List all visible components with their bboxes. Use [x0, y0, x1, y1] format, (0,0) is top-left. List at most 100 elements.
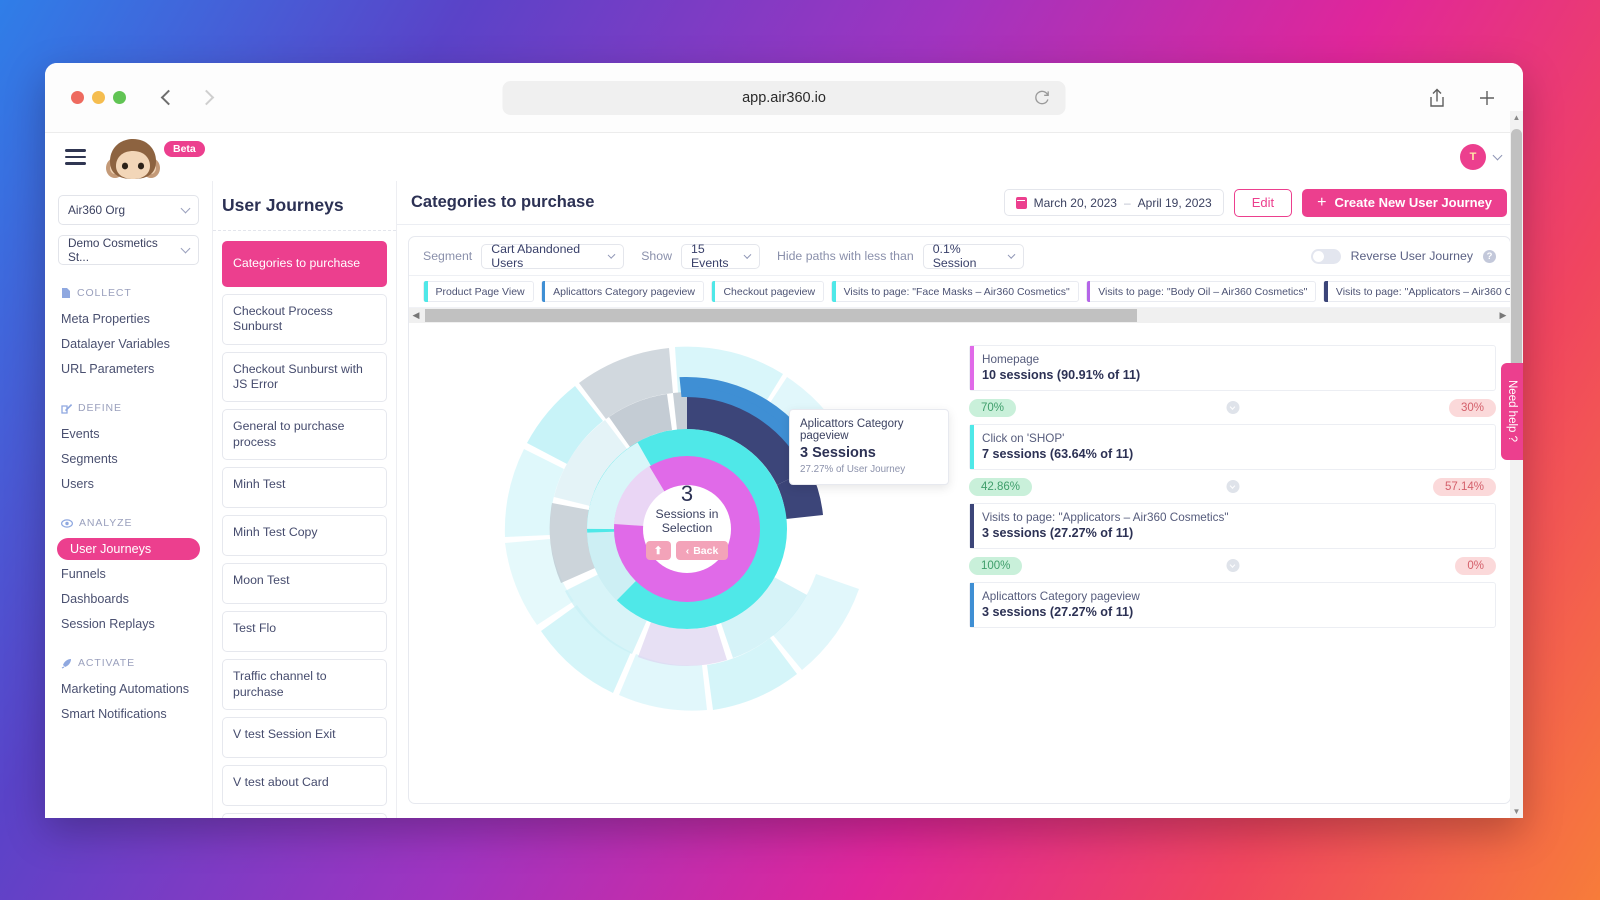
journey-step-card[interactable]: Aplicattors Category pageview3 sessions … [969, 582, 1496, 628]
legend-chip[interactable]: Checkout pageview [711, 281, 824, 302]
legend-chip-color-bar [542, 281, 546, 302]
continue-percent-badge: 42.86% [969, 478, 1032, 496]
chevron-down-icon [181, 203, 191, 213]
scroll-down-arrow[interactable]: ▼ [1510, 807, 1523, 816]
scrollbar-thumb[interactable] [425, 309, 1137, 322]
chart-area: 3 Sessions in Selection ⬆ ‹ [409, 323, 1510, 803]
legend-chip[interactable]: Visits to page: "Applicators – Air360 Co… [1323, 281, 1510, 302]
show-events-select[interactable]: 15 Events [681, 244, 760, 269]
show-value: 15 Events [691, 242, 732, 270]
sidebar-item-meta-properties[interactable]: Meta Properties [45, 308, 212, 330]
browser-nav-buttons [154, 84, 220, 112]
hide-paths-select[interactable]: 0.1% Session [923, 244, 1024, 269]
edit-button[interactable]: Edit [1234, 189, 1292, 217]
sidebar-item-session-replays[interactable]: Session Replays [45, 613, 212, 635]
list-item[interactable]: V test Session Exit [222, 717, 387, 758]
journey-step-card[interactable]: Visits to page: "Applicators – Air360 Co… [969, 503, 1496, 549]
date-end: April 19, 2023 [1138, 196, 1212, 210]
legend-chip-row: Product Page View Aplicattors Category pa… [409, 276, 1510, 308]
sidebar-item-datalayer-variables[interactable]: Datalayer Variables [45, 333, 212, 355]
scroll-right-arrow[interactable]: ▶ [1496, 310, 1510, 321]
brand-logo[interactable]: Beta [102, 133, 168, 181]
legend-chip[interactable]: Visits to page: "Face Masks – Air360 Cos… [831, 281, 1079, 302]
sunburst-up-button[interactable]: ⬆ [646, 541, 671, 560]
chevron-down-icon[interactable] [1493, 150, 1503, 160]
legend-chip-label: Visits to page: "Applicators – Air360 Co… [1336, 286, 1510, 298]
segment-select[interactable]: Cart Abandoned Users [481, 244, 624, 269]
scroll-left-arrow[interactable]: ◀ [409, 310, 423, 321]
sidebar-item-url-parameters[interactable]: URL Parameters [45, 358, 212, 380]
list-item[interactable]: Test Flo [222, 611, 387, 652]
document-icon [61, 287, 71, 299]
maximize-window-button[interactable] [113, 91, 126, 104]
step-color-bar [970, 504, 974, 548]
journey-canvas: Segment Cart Abandoned Users Show 15 Eve… [408, 236, 1511, 804]
nav-group-label: DEFINE [78, 402, 122, 414]
reverse-journey-label: Reverse User Journey [1351, 249, 1473, 263]
nav-group-title-activate: ACTIVATE [45, 657, 212, 669]
journey-list-scroll[interactable]: Categories to purchase Checkout Process … [213, 231, 396, 818]
sidebar-item-marketing-automations[interactable]: Marketing Automations [45, 678, 212, 700]
share-icon[interactable] [1427, 87, 1447, 109]
main-content: Categories to purchase March 20, 2023 – … [397, 181, 1523, 818]
list-item[interactable]: Vien Test Click Except Cart [222, 813, 387, 818]
sidebar-item-funnels[interactable]: Funnels [45, 563, 212, 585]
sunburst-chart[interactable]: 3 Sessions in Selection ⬆ ‹ [409, 331, 969, 803]
list-item[interactable]: General to purchase process [222, 409, 387, 460]
arrow-down-icon [1226, 401, 1239, 414]
journey-transition-row: 70%30% [969, 391, 1496, 424]
list-item[interactable]: Traffic channel to purchase [222, 659, 387, 710]
journey-transition-row: 100%0% [969, 549, 1496, 582]
segment-value: Cart Abandoned Users [491, 242, 596, 270]
question-mark-icon[interactable]: ? [1483, 250, 1496, 263]
list-item[interactable]: Moon Test [222, 563, 387, 604]
list-item[interactable]: Categories to purchase [222, 241, 387, 287]
sidebar-item-user-journeys[interactable]: User Journeys [57, 538, 200, 560]
need-help-tab[interactable]: Need help ? [1501, 363, 1523, 460]
list-item[interactable]: Minh Test [222, 467, 387, 508]
reverse-user-journey-toggle[interactable] [1311, 249, 1341, 264]
list-item[interactable]: Minh Test Copy [222, 515, 387, 556]
new-tab-plus-icon[interactable] [1477, 88, 1497, 108]
legend-chip-color-bar [712, 281, 716, 302]
step-label: Aplicattors Category pageview [982, 590, 1485, 603]
list-item[interactable]: Checkout Process Sunburst [222, 294, 387, 345]
create-user-journey-button[interactable]: + Create New User Journey [1302, 189, 1507, 217]
sidebar-item-users[interactable]: Users [45, 473, 212, 495]
legend-chip[interactable]: Visits to page: "Body Oil – Air360 Cosme… [1086, 281, 1317, 302]
hamburger-menu-icon[interactable] [65, 149, 86, 164]
minimize-window-button[interactable] [92, 91, 105, 104]
legend-horizontal-scrollbar[interactable]: ◀ ▶ [409, 308, 1510, 323]
legend-chip-label: Visits to page: "Face Masks – Air360 Cos… [844, 286, 1070, 298]
journey-step-card[interactable]: Homepage10 sessions (90.91% of 11) [969, 345, 1496, 391]
reload-icon[interactable] [1033, 88, 1052, 107]
nav-group-label: ACTIVATE [78, 657, 135, 669]
list-item[interactable]: Checkout Sunburst with JS Error [222, 352, 387, 403]
date-range-picker[interactable]: March 20, 2023 – April 19, 2023 [1004, 189, 1224, 216]
plus-icon: + [1317, 195, 1326, 211]
scroll-up-arrow[interactable]: ▲ [1510, 113, 1523, 122]
property-selector[interactable]: Demo Cosmetics St... [58, 235, 199, 265]
journey-list-title: User Journeys [213, 181, 396, 231]
app-vertical-scrollbar[interactable]: ▲ ▼ [1510, 111, 1523, 818]
journey-step-card[interactable]: Click on 'SHOP'7 sessions (63.64% of 11) [969, 424, 1496, 470]
list-item[interactable]: V test about Card [222, 765, 387, 806]
org-selector[interactable]: Air360 Org [58, 195, 199, 225]
close-window-button[interactable] [71, 91, 84, 104]
sidebar-item-dashboards[interactable]: Dashboards [45, 588, 212, 610]
sidebar-item-smart-notifications[interactable]: Smart Notifications [45, 703, 212, 725]
nav-group-label: COLLECT [77, 287, 132, 299]
hide-paths-value: 0.1% Session [933, 242, 996, 270]
address-bar[interactable]: app.air360.io [503, 81, 1066, 115]
avatar[interactable]: T [1460, 144, 1486, 170]
journey-steps-panel: Homepage10 sessions (90.91% of 11)70%30%… [969, 331, 1510, 803]
sidebar-item-events[interactable]: Events [45, 423, 212, 445]
forward-button[interactable] [192, 84, 220, 112]
sunburst-back-button[interactable]: ‹ Back [676, 541, 729, 560]
step-sessions: 7 sessions (63.64% of 11) [982, 447, 1485, 461]
back-button[interactable] [154, 84, 182, 112]
sidebar-item-segments[interactable]: Segments [45, 448, 212, 470]
legend-chip[interactable]: Product Page View [423, 281, 534, 302]
legend-chip[interactable]: Aplicattors Category pageview [541, 281, 704, 302]
sunburst-center-number: 3 [641, 481, 733, 507]
